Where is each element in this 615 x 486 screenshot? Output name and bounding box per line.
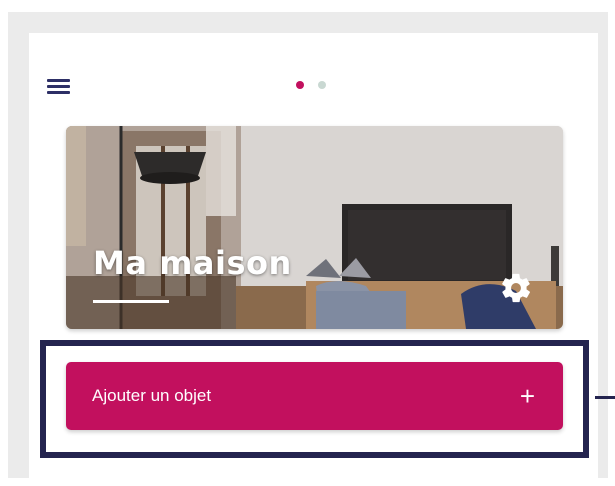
add-object-label: Ajouter un objet (92, 386, 212, 405)
plus-icon: + (519, 381, 535, 411)
gear-icon[interactable] (499, 271, 533, 305)
page-indicator (296, 81, 326, 89)
hamburger-menu-icon[interactable] (47, 79, 71, 97)
title-underline (93, 300, 169, 303)
page-dot-inactive[interactable] (318, 81, 326, 89)
living-room-photo (66, 126, 563, 329)
add-object-button[interactable]: Ajouter un objet + (66, 362, 563, 430)
home-card[interactable]: Ma maison (66, 126, 563, 329)
home-title: Ma maison (93, 244, 292, 282)
page-dot-active[interactable] (296, 81, 304, 89)
callout-line (595, 396, 615, 399)
